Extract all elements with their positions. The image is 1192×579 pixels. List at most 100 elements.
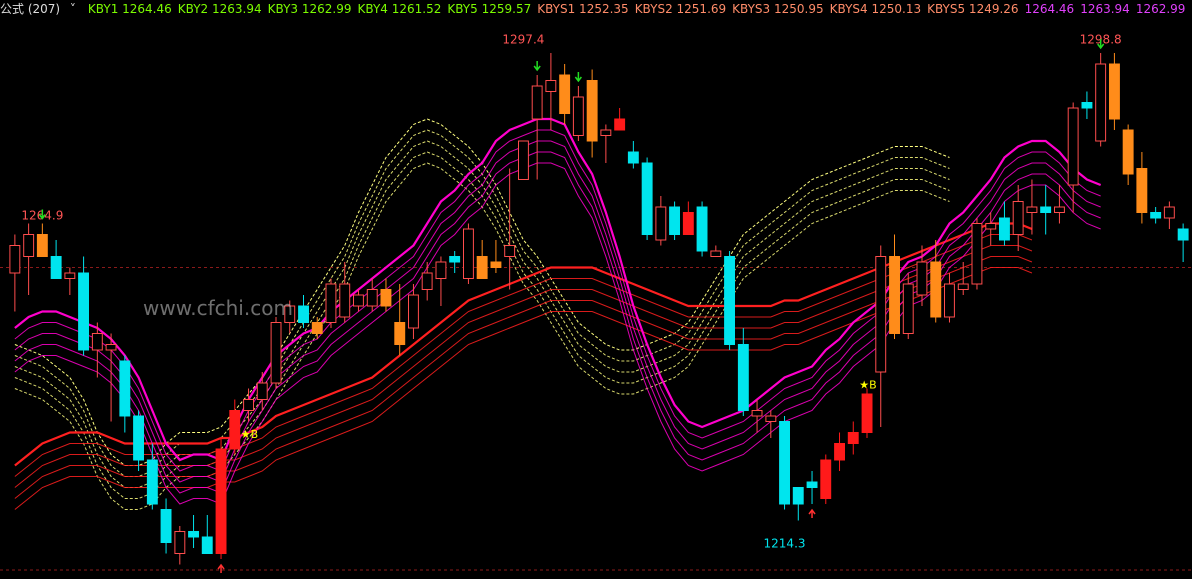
header-value-8: KBYS4 1250.13: [829, 2, 922, 16]
candle-body-35: [490, 261, 502, 268]
candle-body-40: [559, 74, 571, 114]
candle-body-71: [985, 223, 997, 230]
candle-body-10: [146, 459, 158, 505]
candle-body-3: [50, 256, 62, 279]
candle-body-81: [1122, 129, 1134, 175]
candle-body-24: [339, 283, 351, 318]
kby-line-4: [14, 162, 1101, 505]
candle-body-27: [380, 289, 392, 307]
candle-body-83: [1150, 212, 1162, 219]
formula-label: 公式 (207): [0, 2, 61, 16]
candle-body-32: [449, 256, 461, 263]
candle-body-56: [779, 421, 790, 505]
candle-body-0: [9, 245, 21, 274]
candle-body-46: [641, 162, 653, 235]
candle-body-65: [902, 283, 914, 334]
candle-body-13: [188, 531, 200, 538]
price-annotation-1: 1297.4: [502, 33, 544, 47]
candle-body-34: [476, 256, 488, 279]
candle-body-37: [518, 140, 529, 180]
indicator-values: KBY1 1264.46 KBY2 1263.94 KBY3 1262.99 KBY4…: [88, 2, 1192, 16]
header-value-12: 1262.99: [1135, 2, 1186, 16]
candle-body-33: [463, 228, 474, 279]
up-arrow-icon-1: [808, 508, 816, 518]
candle-body-39: [545, 80, 557, 92]
header-value-3: KBY4 1261.52: [357, 2, 442, 16]
candle-body-21: [298, 305, 310, 323]
candle-body-58: [806, 481, 818, 488]
candle-body-85: [1177, 228, 1189, 241]
header-value-11: 1263.94: [1080, 2, 1130, 16]
candle-body-38: [531, 85, 543, 120]
indicator-header: 公式 (207) ˅ KBY1 1264.46 KBY2 1263.94 KBY3 1…: [0, 0, 1192, 18]
candle-body-23: [325, 283, 337, 323]
header-value-2: KBY3 1262.99: [267, 2, 352, 16]
candle-body-14: [201, 536, 213, 554]
candle-body-47: [655, 206, 667, 241]
candle-body-74: [1026, 206, 1038, 213]
candle-body-7: [105, 344, 117, 351]
candle-body-25: [353, 294, 364, 307]
candle-body-53: [737, 344, 749, 411]
candle-body-17: [243, 399, 255, 411]
candle-body-57: [792, 487, 804, 505]
candle-body-48: [669, 206, 680, 235]
candle-body-50: [696, 206, 708, 252]
candle-body-82: [1136, 168, 1148, 213]
candle-body-55: [765, 415, 777, 422]
header-value-4: KBY5 1259.57: [447, 2, 532, 16]
candle-body-5: [78, 272, 89, 351]
candle-body-42: [586, 80, 598, 142]
candle-body-77: [1067, 107, 1079, 186]
header-value-6: KBYS2 1251.69: [634, 2, 727, 16]
candle-body-70: [971, 223, 983, 285]
candle-body-68: [944, 283, 955, 318]
header-value-0: KBY1 1264.46: [87, 2, 172, 16]
candle-body-78: [1081, 102, 1093, 109]
candle-body-75: [1040, 206, 1052, 213]
candle-body-18: [256, 382, 268, 400]
buy-signal-label-1: ★B: [859, 379, 876, 392]
candle-body-51: [710, 250, 722, 257]
kby-green-line-0: [14, 118, 950, 466]
candle-body-45: [627, 151, 639, 164]
kby-line-3: [14, 151, 1101, 494]
candle-body-4: [64, 272, 76, 279]
header-value-9: KBYS5 1249.26: [927, 2, 1019, 16]
candle-body-54: [751, 410, 763, 417]
candle-body-67: [930, 261, 942, 318]
watermark: www.cfchi.com: [143, 296, 293, 320]
candle-body-73: [1012, 201, 1024, 235]
candle-body-36: [504, 245, 516, 257]
candle-body-8: [119, 360, 131, 417]
formula-selector[interactable]: 公式 (207) ˅: [0, 2, 82, 16]
candlestick-chart: 1264.91297.4 1298.81214.3★B★B: [0, 33, 1192, 573]
candle-body-66: [916, 261, 928, 296]
down-arrow-icon-2: [574, 72, 582, 83]
candle-body-26: [366, 289, 378, 307]
candle-body-41: [572, 96, 584, 136]
chevron-down-icon: ˅: [66, 2, 76, 16]
candle-body-44: [614, 118, 626, 131]
candle-body-1: [23, 234, 35, 257]
header-value-5: KBYS1 1252.35: [537, 2, 629, 16]
candle-body-2: [36, 234, 48, 257]
candle-body-22: [311, 322, 323, 334]
header-value-7: KBYS3 1250.95: [732, 2, 824, 16]
candle-body-12: [174, 531, 186, 554]
candle-body-31: [435, 261, 447, 279]
candle-body-11: [160, 509, 172, 543]
candle-body-59: [820, 459, 832, 499]
candle-body-64: [889, 256, 900, 334]
candle-body-43: [600, 129, 612, 136]
price-annotation-3: 1214.3: [764, 537, 806, 551]
candle-body-61: [847, 432, 859, 444]
candle-body-6: [91, 333, 103, 351]
candle-body-63: [875, 256, 887, 373]
candle-body-15: [215, 448, 227, 554]
candle-body-29: [408, 294, 419, 329]
candle-body-72: [999, 217, 1010, 241]
header-value-10: 1264.46: [1024, 2, 1075, 16]
buy-signal-label-0: ★B: [241, 428, 258, 441]
candle-body-80: [1109, 63, 1120, 120]
